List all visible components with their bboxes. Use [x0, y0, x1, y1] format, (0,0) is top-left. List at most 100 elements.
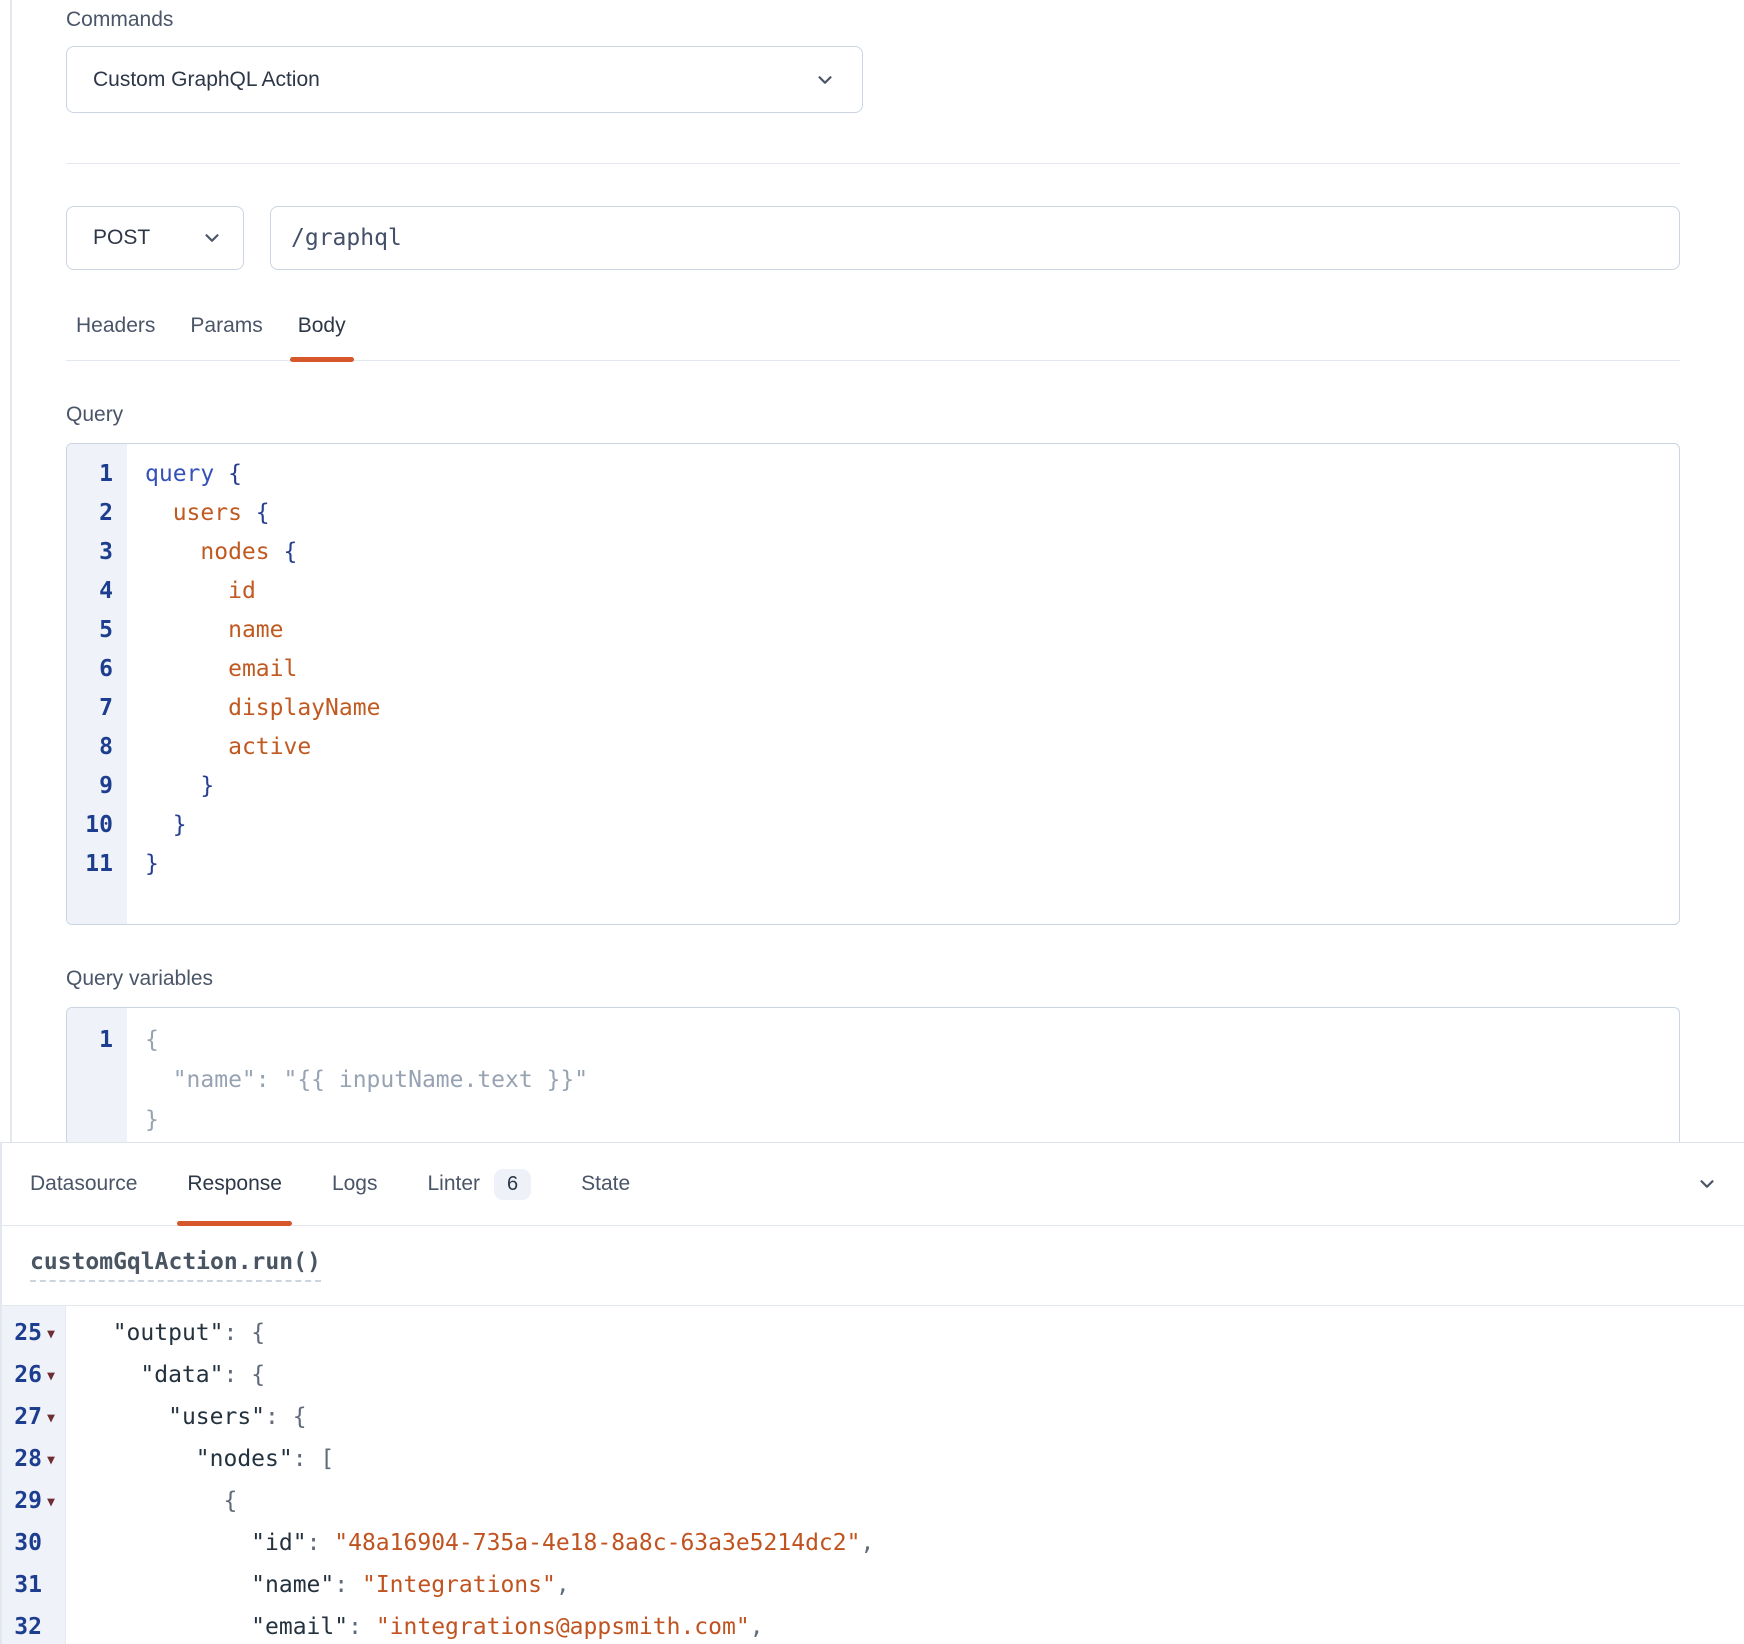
query-variables-editor[interactable]: 1{ "name": "{{ inputName.text }}"} [66, 1007, 1680, 1142]
graphql-query-editor[interactable]: 1query {2 users {3 nodes {4 id5 name6 em… [66, 443, 1680, 925]
code-text: users { [127, 500, 270, 526]
chevron-down-icon [201, 227, 223, 249]
query-label: Query [66, 403, 1680, 427]
code-text: active [127, 734, 311, 760]
line-number: 9 [67, 773, 127, 799]
code-line[interactable]: 26▾ "data": { [2, 1354, 1744, 1396]
code-line[interactable]: 8 active [67, 727, 1679, 766]
code-line[interactable]: 3 nodes { [67, 532, 1679, 571]
tab-response[interactable]: Response [177, 1143, 292, 1225]
code-text: email [127, 656, 297, 682]
code-text: } [127, 851, 159, 877]
line-number: 10 [67, 812, 127, 838]
section-divider [66, 163, 1680, 164]
fold-triangle-icon[interactable]: ▾ [42, 1451, 60, 1468]
line-number: 5 [67, 617, 127, 643]
code-text: name [127, 617, 283, 643]
tab-headers[interactable]: Headers [66, 300, 165, 360]
line-number: 30 [2, 1530, 65, 1556]
code-line[interactable]: 10 } [67, 805, 1679, 844]
tab-linter[interactable]: Linter 6 [418, 1143, 542, 1225]
code-text: id [127, 578, 256, 604]
code-text: } [127, 1107, 159, 1133]
api-editor-page: Commands Custom GraphQL Action POST /gra… [0, 0, 1744, 1644]
code-text: } [127, 773, 214, 799]
code-line[interactable]: 30 "id": "48a16904-735a-4e18-8a8c-63a3e5… [2, 1522, 1744, 1564]
line-number: 6 [67, 656, 127, 682]
code-line[interactable]: 4 id [67, 571, 1679, 610]
run-expression[interactable]: customGqlAction.run() [30, 1249, 321, 1282]
line-number: 29▾ [2, 1488, 65, 1514]
code-line[interactable]: 9 } [67, 766, 1679, 805]
response-panel-tabs: Datasource Response Logs Linter 6 State [2, 1143, 1744, 1226]
code-line[interactable]: 31 "name": "Integrations", [2, 1564, 1744, 1606]
query-variables-label: Query variables [66, 967, 1680, 991]
code-line[interactable]: 32 "email": "integrations@appsmith.com", [2, 1606, 1744, 1644]
code-text: "output": { [65, 1320, 265, 1346]
code-text: { [65, 1488, 237, 1514]
code-text: displayName [127, 695, 380, 721]
tab-label: Response [187, 1172, 282, 1196]
run-expression-row: customGqlAction.run() [2, 1226, 1744, 1306]
code-line[interactable]: 27▾ "users": { [2, 1396, 1744, 1438]
line-number: 25▾ [2, 1320, 65, 1346]
line-number: 7 [67, 695, 127, 721]
request-tabs: Headers Params Body [66, 300, 1680, 361]
code-line[interactable]: 1{ [67, 1020, 1679, 1060]
linter-count-badge: 6 [494, 1169, 531, 1200]
fold-triangle-icon[interactable]: ▾ [42, 1325, 60, 1342]
fold-triangle-icon[interactable]: ▾ [42, 1493, 60, 1510]
code-text: nodes { [127, 539, 297, 565]
http-method-value: POST [93, 226, 150, 250]
code-line[interactable]: 25▾ "output": { [2, 1312, 1744, 1354]
code-text: "email": "integrations@appsmith.com", [65, 1614, 764, 1640]
code-text: } [127, 812, 187, 838]
code-text: "nodes": [ [65, 1446, 334, 1472]
tab-datasource[interactable]: Datasource [20, 1143, 147, 1225]
line-number: 8 [67, 734, 127, 760]
line-number: 3 [67, 539, 127, 565]
code-text: "id": "48a16904-735a-4e18-8a8c-63a3e5214… [65, 1530, 874, 1556]
commands-select[interactable]: Custom GraphQL Action [66, 46, 863, 113]
tab-body[interactable]: Body [288, 300, 356, 360]
code-line[interactable]: 29▾ { [2, 1480, 1744, 1522]
request-editor-pane: Commands Custom GraphQL Action POST /gra… [10, 0, 1744, 1142]
code-line[interactable]: 11} [67, 844, 1679, 883]
url-value: /graphql [291, 225, 402, 251]
fold-triangle-icon[interactable]: ▾ [42, 1367, 60, 1384]
line-number: 1 [67, 461, 127, 487]
line-number: 32 [2, 1614, 65, 1640]
request-row: POST /graphql [66, 206, 1680, 270]
line-number: 31 [2, 1572, 65, 1598]
code-text: query { [127, 461, 242, 487]
code-line[interactable]: 1query { [67, 454, 1679, 493]
code-text: "name": "Integrations", [65, 1572, 570, 1598]
chevron-down-icon [814, 69, 836, 91]
url-input[interactable]: /graphql [270, 206, 1680, 270]
line-number: 28▾ [2, 1446, 65, 1472]
code-line[interactable]: 5 name [67, 610, 1679, 649]
commands-selected-value: Custom GraphQL Action [93, 68, 320, 92]
code-line[interactable]: 6 email [67, 649, 1679, 688]
code-line[interactable]: } [67, 1100, 1679, 1140]
code-line[interactable]: "name": "{{ inputName.text }}" [67, 1060, 1679, 1100]
tab-label: Datasource [30, 1172, 137, 1196]
response-json-viewer[interactable]: 25▾ "output": {26▾ "data": {27▾ "users":… [2, 1306, 1744, 1644]
code-line[interactable]: 7 displayName [67, 688, 1679, 727]
code-line[interactable]: 2 users { [67, 493, 1679, 532]
collapse-panel-button[interactable] [1696, 1173, 1718, 1195]
http-method-select[interactable]: POST [66, 206, 244, 270]
line-number: 2 [67, 500, 127, 526]
code-line[interactable]: 28▾ "nodes": [ [2, 1438, 1744, 1480]
code-text: "data": { [65, 1362, 265, 1388]
code-text: "name": "{{ inputName.text }}" [127, 1067, 588, 1093]
tab-params[interactable]: Params [180, 300, 272, 360]
line-number: 11 [67, 851, 127, 877]
line-number: 26▾ [2, 1362, 65, 1388]
response-panel: Datasource Response Logs Linter 6 State … [0, 1142, 1744, 1644]
code-text: { [127, 1027, 159, 1053]
tab-state[interactable]: State [571, 1143, 640, 1225]
tab-label: Logs [332, 1172, 378, 1196]
tab-logs[interactable]: Logs [322, 1143, 388, 1225]
fold-triangle-icon[interactable]: ▾ [42, 1409, 60, 1426]
